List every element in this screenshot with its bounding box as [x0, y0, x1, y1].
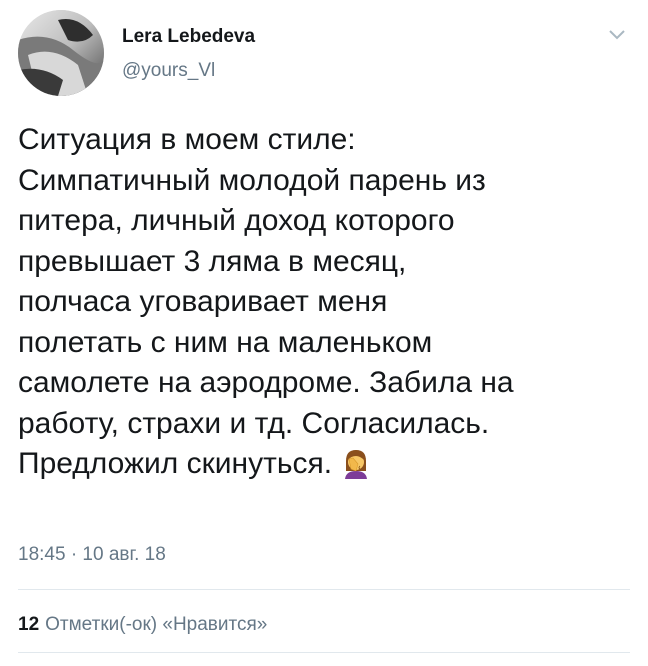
woman-facepalming-icon	[345, 450, 368, 479]
chevron-down-icon[interactable]	[606, 26, 628, 42]
tweet-line: полчаса уговаривает меня	[18, 285, 388, 318]
tweet-line: Симпатичный молодой парень из	[18, 163, 486, 197]
tweet-line: Предложил скинуться.	[18, 447, 333, 480]
tweet-line: полетать с ним на маленьком	[18, 325, 433, 359]
tweet-line: работу, страхи и тд. Согласилась.	[18, 406, 490, 440]
likes-stat[interactable]: 12 Отметки(-ок) «Нравится»	[18, 614, 267, 636]
avatar-photo	[18, 10, 104, 96]
author-name[interactable]: Lera Lebedeva	[122, 26, 255, 48]
tweet-timestamp[interactable]: 18:45 · 10 авг. 18	[18, 544, 166, 566]
tweet-line: Ситуация в моем стиле:	[18, 123, 356, 156]
tweet-last-line: Предложил скинуться.	[18, 444, 633, 485]
tweet-line: превышает 3 ляма в месяц,	[18, 244, 407, 278]
author-handle[interactable]: @yours_Vl	[122, 60, 215, 82]
tweet-text: Ситуация в моем стиле: Симпатичный молод…	[18, 120, 633, 485]
tweet-line: самолете на аэродроме. Забила на	[18, 366, 514, 399]
avatar[interactable]	[18, 10, 104, 96]
tweet-line: питера, личный доход которого	[18, 204, 455, 237]
divider	[18, 652, 630, 653]
divider	[18, 589, 630, 590]
likes-label: Отметки(-ок) «Нравится»	[45, 614, 268, 635]
likes-count: 12	[18, 614, 40, 635]
